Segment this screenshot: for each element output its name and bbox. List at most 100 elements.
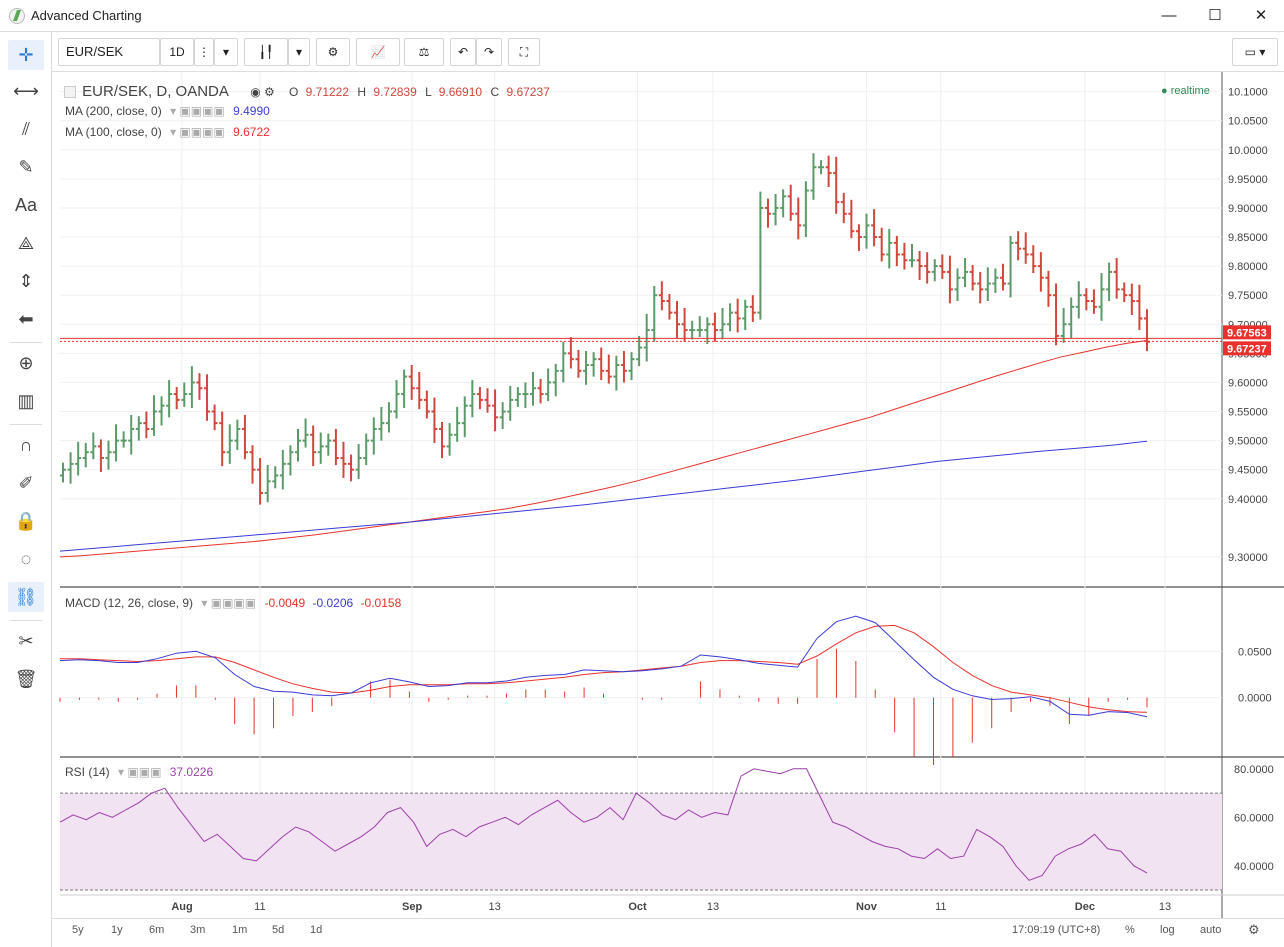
ohlc-bar [863,213,870,249]
divider [10,342,42,343]
ohlc-bar [901,242,908,270]
ohlc-bar [886,228,893,269]
ohlc-bar [1030,245,1037,274]
time-tick-label: 13 [707,901,719,913]
stay-drawing-icon[interactable]: ✐ [8,468,44,498]
arrow-icon[interactable]: ⬅ [8,304,44,334]
interval-more-icon[interactable]: ⋮ [194,38,214,66]
maximize-button[interactable]: ☐ [1192,4,1238,28]
ohlc-bar [696,316,703,338]
eye-icon[interactable]: ◉ ⚙ [250,85,275,99]
ohlc-bar [264,465,271,503]
time-tick-label: Sep [402,901,422,913]
ohlc-bar [150,395,157,436]
ohlc-bar [90,432,97,460]
close-button[interactable]: ✕ [1238,4,1284,28]
ohlc-bar [439,421,446,459]
ohlc-bar [105,440,112,470]
chart-canvas[interactable]: 10.1000 10.0500 10.0000 9.95000 9.90000 9.850… [52,72,1284,918]
ohlc-bar [431,397,438,443]
time-tick-label: 13 [1159,901,1171,913]
rsi-tick-label: 40.0000 [1234,861,1274,873]
price-tick-label: 9.80000 [1228,261,1268,273]
indicators-icon[interactable]: 📈 [356,38,400,66]
ma100-settings-icon[interactable]: ▾ ▣▣▣▣ [170,125,225,139]
symbol-title: EUR/SEK, D, OANDA [82,83,229,100]
macd-line [59,615,1148,718]
log-toggle[interactable]: log [1160,924,1175,936]
tools-icon[interactable]: ✂ [8,626,44,656]
redo-icon[interactable]: ↷ [476,38,502,66]
low-value: 9.66910 [438,85,483,99]
measure-icon[interactable]: ⇕ [8,266,44,296]
ohlc-bar [1007,235,1014,298]
text-tool-icon[interactable]: Aa [8,190,44,220]
ohlc-readout: O 9.71222 H 9.72839 L 9.66910 C 9.67237 [289,85,550,99]
ruler-icon[interactable]: ▥ [8,386,44,416]
bar-style-dropdown-icon[interactable]: ▾ [288,38,310,66]
fullscreen-icon[interactable]: ⛶ [508,38,540,66]
ohlc-bar [742,299,749,331]
pattern-icon[interactable]: ⟁ [8,228,44,258]
ohlc-bar [620,351,627,383]
range-6m[interactable]: 6m [149,924,164,936]
ohlc-bar [825,155,832,188]
range-1m[interactable]: 1m [232,924,247,936]
compare-icon[interactable]: ⚖ [404,38,444,66]
main-legend: EUR/SEK, D, OANDA ◉ ⚙ O 9.71222 H 9.7283… [64,83,550,100]
ohlc-bar [143,411,150,439]
range-5d[interactable]: 5d [272,924,284,936]
zoom-icon[interactable]: ⊕ [8,348,44,378]
macd-signal-line [60,624,1148,713]
minimize-button[interactable]: — [1146,4,1192,28]
high-price-tag-label: 9.67563 [1227,327,1267,339]
bar-style-icon[interactable]: ╽╿ [244,38,288,66]
ohlc-bar [909,244,916,268]
ohlc-bar [871,209,878,247]
magnet-icon[interactable]: ∩ [8,430,44,460]
macd-settings-icon[interactable]: ▾ ▣▣▣▣ [201,596,256,610]
hide-drawings-icon[interactable]: ◌ [8,544,44,574]
ohlc-bar [317,432,324,464]
undo-icon[interactable]: ↶ [450,38,476,66]
ohlc-bar [507,385,514,421]
trash-icon[interactable]: 🗑 [8,664,44,694]
ma200-legend: MA (200, close, 0) ▾ ▣▣▣▣ 9.4990 [65,104,270,118]
range-3m[interactable]: 3m [190,924,205,936]
fib-tool-icon[interactable]: ⫽ [8,114,44,144]
interval-button[interactable]: 1D [160,38,194,66]
ohlc-bar [446,423,453,456]
collapse-icon[interactable] [64,86,76,98]
auto-toggle[interactable]: auto [1200,924,1221,936]
layout-select-icon[interactable]: ▭ ▾ [1232,38,1278,66]
macd-hist-value: -0.0049 [264,596,306,610]
brush-icon[interactable]: ✎ [8,152,44,182]
ohlc-bar [954,268,961,302]
ohlc-bar [802,181,809,238]
price-tick-label: 9.55000 [1228,407,1268,419]
crosshair-icon[interactable]: ✛ [8,40,44,70]
rsi-settings-icon[interactable]: ▾ ▣▣▣ [118,765,161,779]
trend-line-icon[interactable]: ⟷ [8,76,44,106]
link-icon[interactable]: ⛓ [8,582,44,612]
price-tick-label: 9.90000 [1228,203,1268,215]
ma100-label: MA (100, close, 0) [65,125,162,139]
lock-icon[interactable]: 🔒 [8,506,44,536]
chart-settings-gear-icon[interactable]: ⚙ [1248,922,1260,938]
interval-dropdown-icon[interactable]: ▾ [214,38,238,66]
ohlc-bar [1015,231,1022,261]
symbol-search-input[interactable]: EUR/SEK [58,38,160,66]
range-1y[interactable]: 1y [111,924,123,936]
ohlc-bar [643,313,650,362]
ohlc-bar [310,425,317,467]
range-5y[interactable]: 5y [72,924,84,936]
percent-toggle[interactable]: % [1125,924,1135,936]
settings-gear-icon[interactable]: ⚙ [316,38,350,66]
time-tick-label: 11 [935,901,946,913]
ohlc-bar [734,298,741,333]
realtime-label: realtime [1170,85,1210,97]
macd-signal-value: -0.0158 [360,596,402,610]
range-1d[interactable]: 1d [310,924,322,936]
ma200-settings-icon[interactable]: ▾ ▣▣▣▣ [170,104,225,118]
price-tick-label: 9.30000 [1228,552,1268,564]
